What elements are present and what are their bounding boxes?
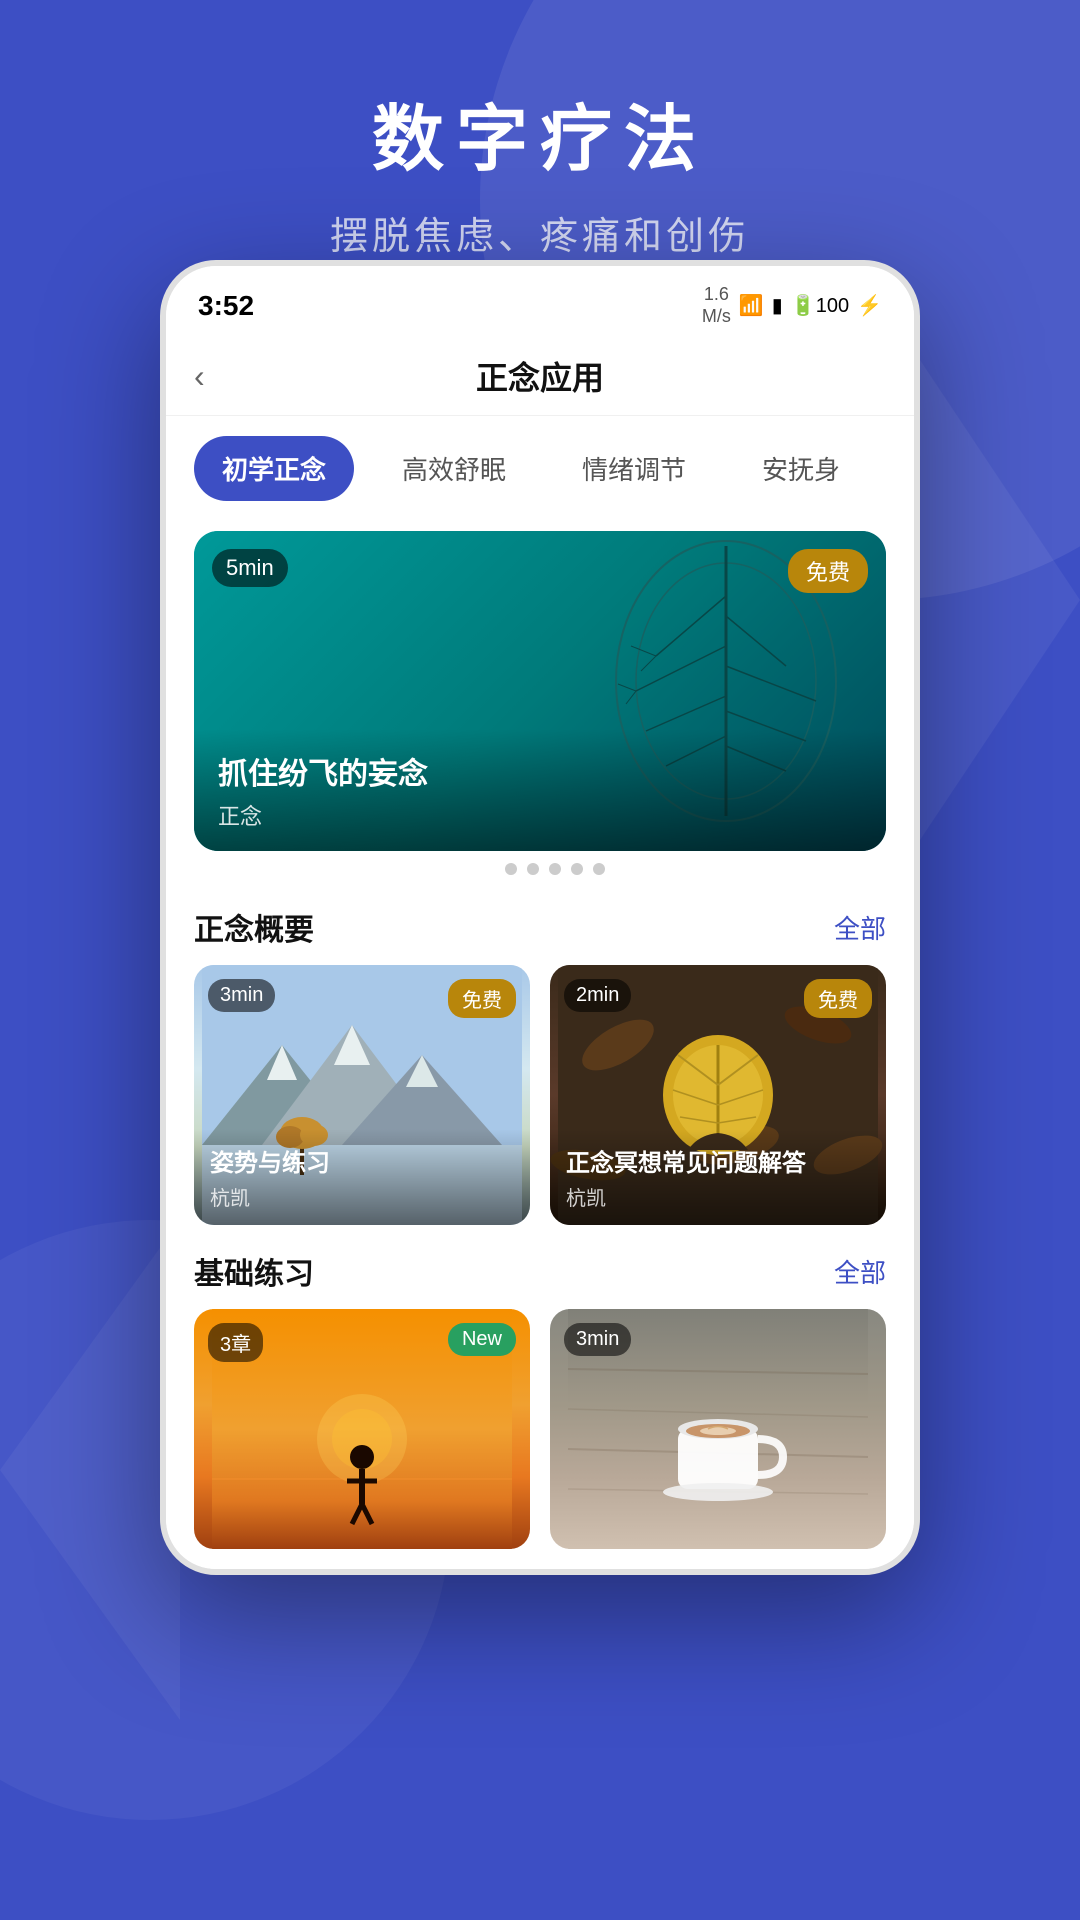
hero-duration-badge: 5min <box>212 549 288 587</box>
summary-title: 正念概要 <box>194 905 314 949</box>
status-time: 3:52 <box>198 290 254 322</box>
carousel-dots <box>166 851 914 881</box>
hero-subtitle: 正念 <box>218 799 862 831</box>
content-area: 5min 免费 抓住纷飞的妄念 正念 正念概要 <box>166 521 914 1569</box>
basic-section-header: 基础练习 全部 <box>166 1225 914 1309</box>
battery-icon: 🔋100 <box>791 293 849 318</box>
dot-4[interactable] <box>549 863 561 875</box>
card2-author: 杭凯 <box>566 1182 870 1211</box>
hero-card[interactable]: 5min 免费 抓住纷飞的妄念 正念 <box>194 531 886 851</box>
summary-card-1[interactable]: 3min 免费 姿势与练习 杭凯 <box>194 965 530 1225</box>
card1-title: 姿势与练习 <box>210 1143 514 1178</box>
practice-card-1[interactable]: 3章 New <box>194 1309 530 1549</box>
card2-free: 免费 <box>804 979 872 1018</box>
basic-all-link[interactable]: 全部 <box>834 1253 886 1290</box>
card2-duration: 2min <box>564 979 631 1012</box>
network-speed: 1.6M/s <box>702 284 731 327</box>
nav-title: 正念应用 <box>244 353 836 399</box>
card2-title: 正念冥想常见问题解答 <box>566 1143 870 1178</box>
wifi-icon: 📶 <box>739 293 764 318</box>
back-button[interactable]: ‹ <box>194 358 244 395</box>
dot-2[interactable] <box>505 863 517 875</box>
dot-6[interactable] <box>593 863 605 875</box>
summary-all-link[interactable]: 全部 <box>834 909 886 946</box>
practice2-duration: 3min <box>564 1323 631 1356</box>
status-icons: 1.6M/s 📶 ▮ 🔋100 ⚡ <box>702 284 882 327</box>
card1-author: 杭凯 <box>210 1182 514 1211</box>
dot-3[interactable] <box>527 863 539 875</box>
basic-title: 基础练习 <box>194 1249 314 1293</box>
tab-soothe[interactable]: 安抚身 <box>734 436 868 501</box>
tab-emotion[interactable]: 情绪调节 <box>554 436 714 501</box>
app-title: 数字疗法 <box>0 80 1080 185</box>
summary-card-2[interactable]: 2min 免费 正念冥想常见问题解答 杭凯 <box>550 965 886 1225</box>
summary-card-row: 3min 免费 姿势与练习 杭凯 <box>166 965 914 1225</box>
app-subtitle: 摆脱焦虑、疼痛和创伤 <box>0 205 1080 260</box>
hero-free-badge: 免费 <box>788 549 868 593</box>
dot-5[interactable] <box>571 863 583 875</box>
hero-title: 抓住纷飞的妄念 <box>218 749 862 793</box>
top-nav: ‹ 正念应用 <box>166 337 914 416</box>
card2-bottom: 正念冥想常见问题解答 杭凯 <box>550 1129 886 1225</box>
status-bar: 3:52 1.6M/s 📶 ▮ 🔋100 ⚡ <box>166 266 914 337</box>
card1-bottom: 姿势与练习 杭凯 <box>194 1129 530 1225</box>
phone-frame: 3:52 1.6M/s 📶 ▮ 🔋100 ⚡ ‹ 正念应用 初学正念 高效舒眠 … <box>160 260 920 1575</box>
practice1-new: New <box>448 1323 516 1356</box>
card1-free: 免费 <box>448 979 516 1018</box>
practice1-chapter: 3章 <box>208 1323 263 1362</box>
tab-sleep[interactable]: 高效舒眠 <box>374 436 534 501</box>
practice-card-row: 3章 New <box>166 1309 914 1549</box>
hero-background: 5min 免费 抓住纷飞的妄念 正念 <box>194 531 886 851</box>
signal-icon: ▮ <box>772 293 783 318</box>
tab-mindfulness-beginner[interactable]: 初学正念 <box>194 436 354 501</box>
summary-section-header: 正念概要 全部 <box>166 881 914 965</box>
bg-triangle-left <box>0 1220 180 1720</box>
dot-1[interactable] <box>475 863 495 875</box>
hero-content: 抓住纷飞的妄念 正念 <box>194 729 886 851</box>
category-tabs: 初学正念 高效舒眠 情绪调节 安抚身 <box>166 416 914 521</box>
phone-wrapper: 3:52 1.6M/s 📶 ▮ 🔋100 ⚡ ‹ 正念应用 初学正念 高效舒眠 … <box>160 260 920 1575</box>
charge-icon: ⚡ <box>857 293 882 318</box>
card1-duration: 3min <box>208 979 275 1012</box>
practice-card-2[interactable]: 3min <box>550 1309 886 1549</box>
